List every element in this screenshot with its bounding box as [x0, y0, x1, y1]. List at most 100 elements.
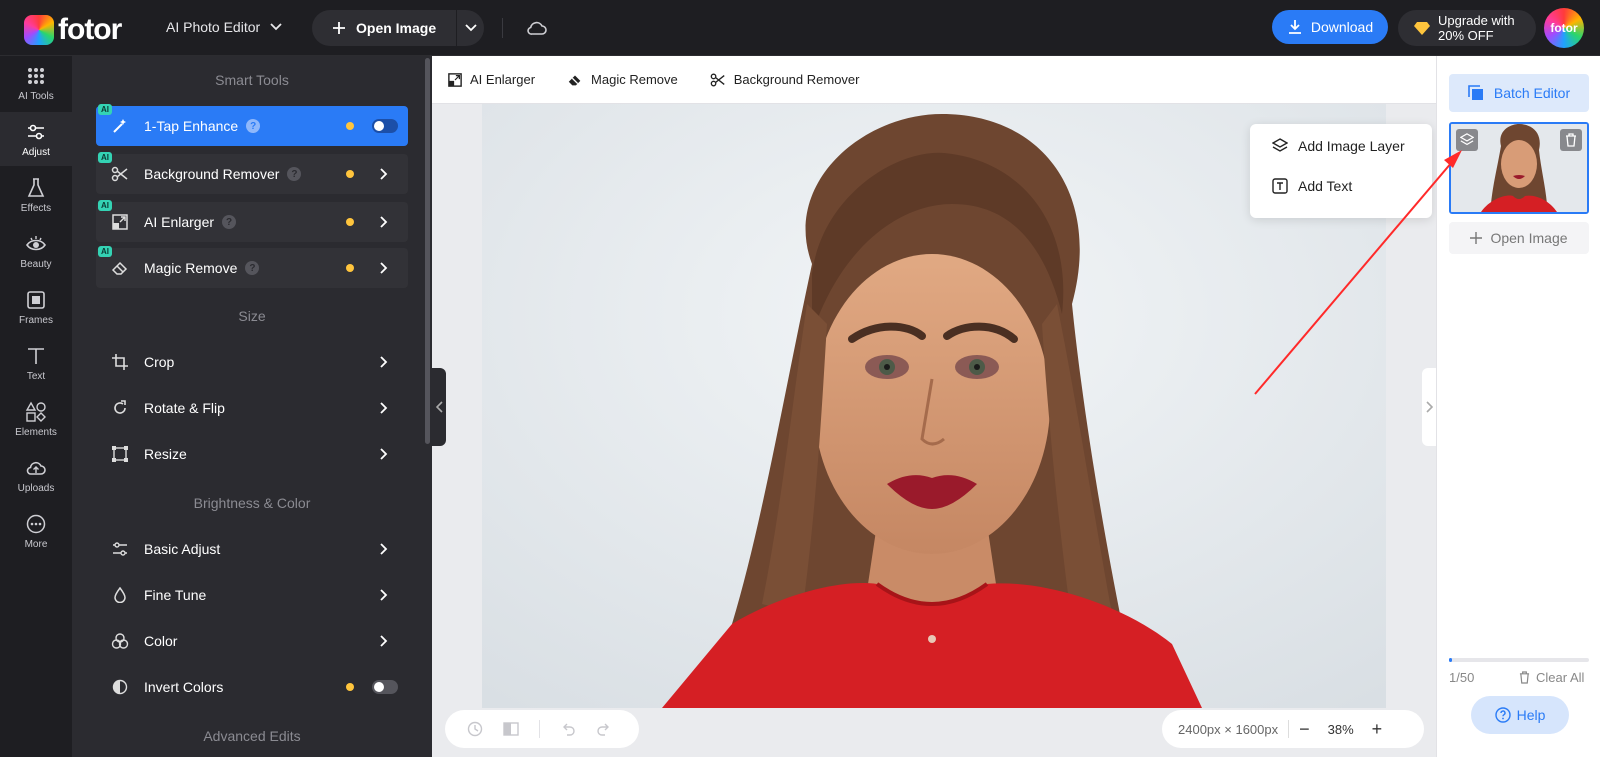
rail-item-adjust[interactable]: Adjust	[0, 112, 72, 166]
flask-icon	[27, 177, 45, 197]
download-button[interactable]: Download	[1272, 10, 1388, 44]
rail-item-text[interactable]: Text	[0, 336, 72, 390]
ai-badge: AI	[98, 104, 112, 115]
plus-icon	[333, 22, 345, 34]
batch-editor-label: Batch Editor	[1493, 85, 1571, 101]
user-avatar[interactable]: fotor	[1544, 8, 1584, 48]
tool-basic-adjust[interactable]: Basic Adjust	[96, 529, 408, 569]
plus-icon	[1470, 232, 1483, 244]
chevron-left-icon	[435, 401, 443, 413]
tool-resize[interactable]: Resize	[96, 434, 408, 474]
batch-progress-fill	[1449, 658, 1452, 662]
open-image-dropdown-button[interactable]	[457, 24, 484, 32]
trash-icon	[1519, 671, 1530, 684]
chevron-right-icon	[380, 356, 388, 368]
batch-progress-bar	[1449, 658, 1589, 662]
section-title-size: Size	[238, 308, 266, 324]
editor-switch-dropdown[interactable]: AI Photo Editor	[166, 19, 282, 35]
rail-label: Elements	[15, 426, 57, 438]
batch-editor-button[interactable]: Batch Editor	[1449, 74, 1589, 112]
tool-label: Fine Tune	[144, 587, 207, 603]
delete-image-button[interactable]	[1560, 129, 1582, 151]
help-label: Help	[1516, 707, 1546, 723]
canvas-subtoolbar: AI Enlarger Magic Remove Background Remo…	[432, 56, 1436, 104]
subtoolbar-background-remover[interactable]: Background Remover	[710, 72, 860, 88]
cloud-save-icon[interactable]	[525, 16, 549, 45]
panel-scrollbar[interactable]	[425, 58, 430, 444]
rail-item-ai-tools[interactable]: AI Tools	[0, 56, 72, 110]
right-panel: Batch Editor Open Image 1/50 Clear All H…	[1436, 56, 1600, 757]
text-box-icon	[1272, 178, 1288, 194]
cloud-upload-icon	[26, 461, 46, 475]
clear-all-button[interactable]: Clear All	[1519, 670, 1584, 685]
subtoolbar-ai-enlarger[interactable]: AI Enlarger	[448, 72, 535, 87]
tool-ai-enlarger[interactable]: AI AI Enlarger ?	[96, 200, 408, 242]
compare-icon[interactable]	[503, 721, 519, 737]
tool-rotate-flip[interactable]: Rotate & Flip	[96, 388, 408, 428]
editor-switch-label: AI Photo Editor	[166, 19, 261, 35]
scissors-icon	[111, 166, 128, 182]
status-dot	[346, 170, 354, 178]
tool-color[interactable]: Color	[96, 621, 408, 661]
menu-item-label: Add Image Layer	[1298, 138, 1405, 154]
tool-label: Background Remover	[144, 166, 280, 182]
menu-item-add-text[interactable]: Add Text	[1272, 178, 1352, 194]
undo-icon[interactable]	[560, 721, 576, 737]
image-thumbnail[interactable]	[1449, 122, 1589, 214]
upgrade-button[interactable]: Upgrade with 20% OFF	[1398, 10, 1536, 46]
help-icon[interactable]: ?	[222, 215, 237, 229]
collapse-panel-button[interactable]	[432, 368, 446, 446]
scissors-icon	[710, 73, 725, 86]
zoom-out-button[interactable]: −	[1299, 719, 1310, 740]
download-icon	[1288, 20, 1301, 34]
rail-item-elements[interactable]: Elements	[0, 392, 72, 446]
rail-item-beauty[interactable]: Beauty	[0, 224, 72, 278]
help-icon[interactable]: ?	[287, 167, 302, 181]
text-icon	[28, 347, 44, 364]
redo-icon[interactable]	[596, 721, 612, 737]
rotate-icon	[114, 400, 126, 414]
tool-background-remover[interactable]: AI Background Remover ?	[96, 152, 408, 194]
chevron-right-icon	[380, 543, 388, 555]
rail-item-effects[interactable]: Effects	[0, 168, 72, 222]
logo-text: fotor	[58, 13, 122, 46]
fotor-logo[interactable]: fotor	[24, 13, 122, 47]
open-image-button[interactable]: Open Image	[312, 20, 456, 36]
magic-wand-icon	[113, 119, 126, 133]
shapes-icon	[25, 401, 46, 422]
layers-button[interactable]	[1456, 129, 1478, 151]
left-rail: AI Tools Adjust Effects Beauty Frames Te…	[0, 56, 72, 757]
avatar-text: fotor	[1550, 21, 1578, 35]
tool-label: Rotate & Flip	[144, 400, 225, 416]
tool-fine-tune[interactable]: Fine Tune	[96, 575, 408, 615]
subtoolbar-magic-remove[interactable]: Magic Remove	[567, 72, 678, 88]
rail-item-more[interactable]: More	[0, 504, 72, 558]
zoom-level: 38%	[1327, 721, 1354, 737]
help-icon[interactable]: ?	[245, 261, 260, 275]
history-icon[interactable]	[467, 721, 483, 737]
rail-item-uploads[interactable]: Uploads	[0, 448, 72, 502]
menu-item-label: Add Text	[1298, 178, 1353, 194]
rail-label: Effects	[20, 202, 52, 214]
zoom-in-button[interactable]: +	[1372, 719, 1383, 740]
subtoolbar-label: Background Remover	[733, 72, 860, 87]
enlarge-icon	[448, 72, 462, 87]
rail-label: AI Tools	[18, 90, 54, 102]
tool-label: Crop	[144, 354, 175, 370]
chevron-down-icon	[464, 24, 477, 32]
chevron-right-icon	[380, 216, 388, 228]
ai-badge: AI	[98, 246, 112, 257]
tool-magic-remove[interactable]: AI Magic Remove ?	[96, 246, 408, 288]
rail-item-frames[interactable]: Frames	[0, 280, 72, 334]
tool-crop[interactable]: Crop	[96, 342, 408, 382]
expand-right-panel-button[interactable]	[1422, 368, 1436, 446]
menu-item-add-image-layer[interactable]: Add Image Layer	[1272, 138, 1405, 154]
open-image-secondary-button[interactable]: Open Image	[1449, 222, 1589, 254]
enhance-toggle[interactable]	[372, 119, 398, 133]
enlarge-icon	[112, 214, 128, 230]
tool-invert-colors[interactable]: Invert Colors	[96, 667, 408, 707]
help-button[interactable]: Help	[1471, 696, 1569, 734]
invert-colors-toggle[interactable]	[372, 680, 398, 694]
help-icon[interactable]: ?	[246, 119, 261, 133]
tool-1-tap-enhance[interactable]: AI 1-Tap Enhance ?	[96, 104, 408, 146]
